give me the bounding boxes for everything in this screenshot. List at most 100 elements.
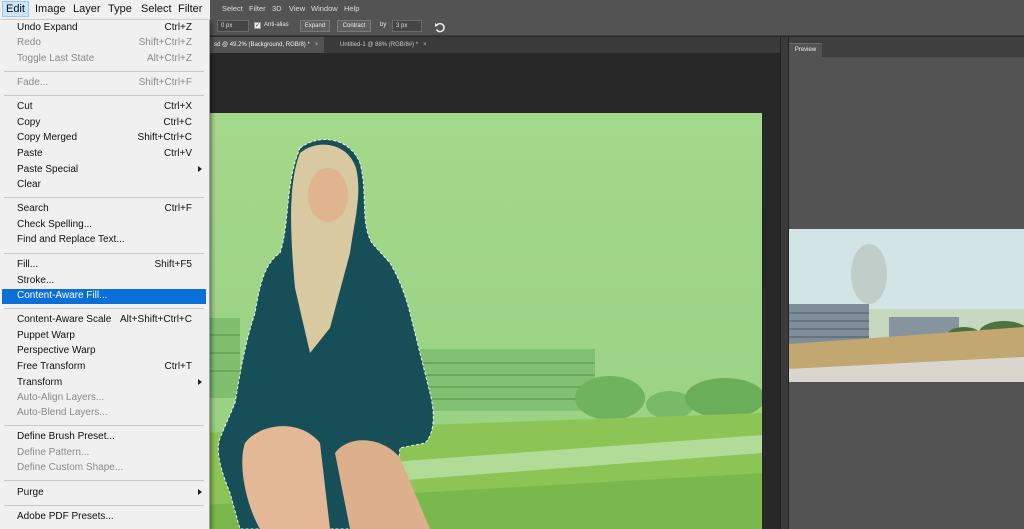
menu-item-shortcut: Ctrl+F [164,203,193,214]
menu-item-redo[interactable]: Redo Shift+Ctrl+Z [2,36,206,51]
by-label: by [380,22,387,28]
preview-panel-header [789,37,1024,57]
menu-item-shortcut: Ctrl+V [163,148,192,159]
chevron-right-icon [198,166,202,172]
menu-bar-left: Edit Image Layer Type Select Filter [0,0,210,20]
menu-separator [4,480,204,481]
menu-item-paste-special[interactable]: Paste Special [2,163,206,178]
menu-select[interactable]: Select [141,3,172,15]
menu-item-shortcut: Ctrl+Z [164,22,193,33]
menu-view[interactable]: View [289,4,305,13]
menu-separator [4,308,204,309]
menu-item-label: Fill... [17,259,39,270]
tab-label: sd @ 49.2% (Background, RGB/8) * [214,42,310,48]
menu-item-pdf-presets[interactable]: Adobe PDF Presets... [2,510,206,525]
tab-document-1[interactable]: sd @ 49.2% (Background, RGB/8) * × [208,37,325,53]
menu-window[interactable]: Window [311,4,338,13]
menu-item-shortcut: Ctrl+T [164,361,193,372]
menu-item-label: Toggle Last State [17,53,95,64]
menu-item-transform[interactable]: Transform [2,376,206,391]
menu-item-label: Undo Expand [17,22,78,33]
menu-edit[interactable]: Edit [2,1,29,17]
menu-item-shortcut: Shift+Ctrl+Z [138,37,192,48]
menu-separator [4,425,204,426]
menu-item-cut[interactable]: Cut Ctrl+X [2,100,206,115]
tab-label: Untitled-1 @ 88% (RGB/8#) * [340,42,419,48]
menu-item-label: Puppet Warp [17,330,75,341]
tab-document-2[interactable]: Untitled-1 @ 88% (RGB/8#) * × [334,37,433,53]
menu-separator [4,71,204,72]
antialias-label: Anti-alias [264,22,289,28]
menu-item-label: Stroke... [17,275,55,286]
menu-layer[interactable]: Layer [73,3,101,15]
menu-item-puppet-warp[interactable]: Puppet Warp [2,329,206,344]
menu-item-label: Content-Aware Scale [17,314,112,325]
menu-item-free-transform[interactable]: Free Transform Ctrl+T [2,360,206,375]
close-icon[interactable]: × [423,42,427,48]
menu-item-label: Free Transform [17,361,86,372]
menu-item-label: Define Custom Shape... [17,462,124,473]
menu-item-shortcut: Alt+Ctrl+Z [146,53,192,64]
menu-3d[interactable]: 3D [272,4,282,13]
menu-item-find-replace[interactable]: Find and Replace Text... [2,233,206,248]
menu-item-label: Copy Merged [17,132,78,143]
menu-item-define-shape[interactable]: Define Custom Shape... [2,461,206,476]
chevron-right-icon [198,379,202,385]
menu-item-toggle-last-state[interactable]: Toggle Last State Alt+Ctrl+Z [2,52,206,67]
preview-image [789,229,1024,382]
menu-item-paste[interactable]: Paste Ctrl+V [2,147,206,162]
menu-type[interactable]: Type [108,3,132,15]
menu-item-label: Transform [17,377,63,388]
expand-width-field[interactable]: 0 px [217,20,249,32]
menu-item-check-spelling[interactable]: Check Spelling... [2,218,206,233]
menu-item-search[interactable]: Search Ctrl+F [2,202,206,217]
menu-item-label: Auto-Align Layers... [17,392,105,403]
antialias-checkbox[interactable]: ✓ [254,22,261,29]
menu-item-shortcut: Shift+F5 [154,259,192,270]
menu-select-dim[interactable]: Select [222,4,243,13]
menu-item-perspective-warp[interactable]: Perspective Warp [2,344,206,359]
menu-item-shortcut: Ctrl+X [163,101,192,112]
menu-item-label: Paste Special [17,164,79,175]
contract-button[interactable]: Contract [337,20,371,32]
menu-item-label: Define Brush Preset... [17,431,115,442]
menu-item-content-aware-fill[interactable]: Content-Aware Fill... [2,289,206,304]
menu-item-label: Define Pattern... [17,447,90,458]
photo-image [200,113,762,529]
menu-item-define-brush[interactable]: Define Brush Preset... [2,430,206,445]
menu-item-label: Adobe PDF Presets... [17,511,114,522]
menu-item-auto-align[interactable]: Auto-Align Layers... [2,391,206,406]
menu-item-shortcut: Ctrl+C [163,117,192,128]
menu-item-copy[interactable]: Copy Ctrl+C [2,116,206,131]
menu-item-stroke[interactable]: Stroke... [2,274,206,289]
menu-item-auto-blend[interactable]: Auto-Blend Layers... [2,406,206,421]
menu-item-label: Paste [17,148,43,159]
menu-item-shortcut: Alt+Shift+Ctrl+C [120,314,192,325]
menu-item-fade[interactable]: Fade... Shift+Ctrl+F [2,76,206,91]
menu-item-label: Clear [17,179,41,190]
menu-filter-dim[interactable]: Filter [249,4,266,13]
menu-item-fill[interactable]: Fill... Shift+F5 [2,258,206,273]
preview-tab[interactable]: Preview [789,43,822,57]
edit-menu-dropdown: Undo Expand Ctrl+Z Redo Shift+Ctrl+Z Tog… [0,20,210,529]
menu-item-shortcut: Shift+Ctrl+C [137,132,192,143]
menu-item-purge[interactable]: Purge [2,486,206,501]
menu-filter[interactable]: Filter [178,3,202,15]
menu-item-label: Copy [17,117,41,128]
menu-item-content-aware-scale[interactable]: Content-Aware Scale Alt+Shift+Ctrl+C [2,313,206,328]
menu-item-undo[interactable]: Undo Expand Ctrl+Z [2,21,206,36]
menu-help[interactable]: Help [344,4,359,13]
panel-divider[interactable] [780,37,789,529]
reset-icon[interactable] [434,19,446,33]
menu-item-define-pattern[interactable]: Define Pattern... [2,446,206,461]
close-icon[interactable]: × [315,42,319,48]
chevron-right-icon [198,489,202,495]
menu-image[interactable]: Image [35,3,66,15]
by-value-field[interactable]: 3 px [392,20,422,32]
expand-button[interactable]: Expand [300,20,330,32]
menu-item-label: Cut [17,101,33,112]
document-canvas[interactable] [200,113,762,529]
menu-item-clear[interactable]: Clear [2,178,206,193]
menu-item-copy-merged[interactable]: Copy Merged Shift+Ctrl+C [2,131,206,146]
menu-separator [4,197,204,198]
